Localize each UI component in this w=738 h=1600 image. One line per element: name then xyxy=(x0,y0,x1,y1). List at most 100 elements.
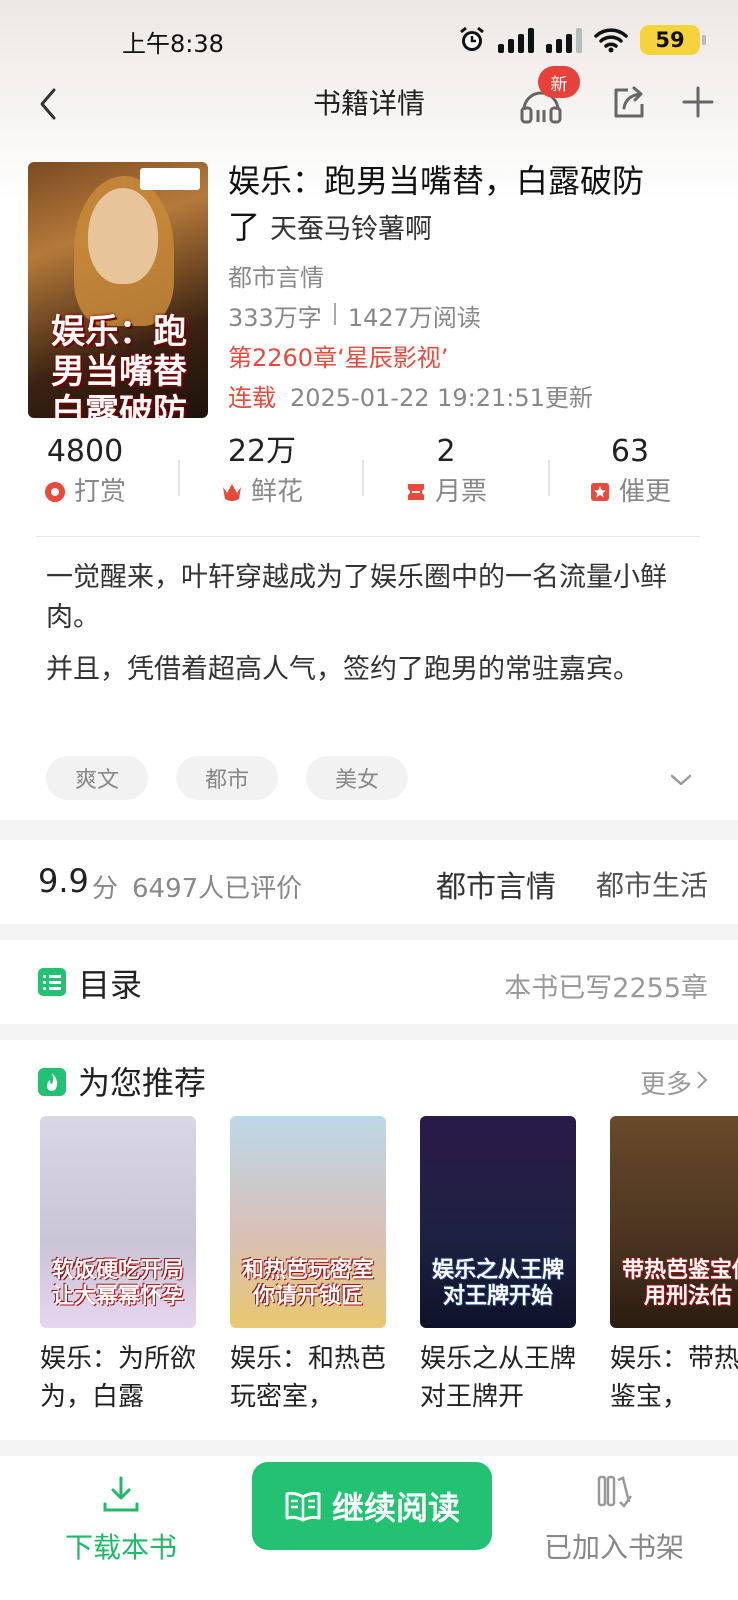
book-genre: 都市言情 xyxy=(228,264,324,292)
flame-icon xyxy=(38,1068,66,1096)
table-of-contents-row[interactable]: 目录 本书已写2255章 xyxy=(0,940,738,1024)
chapter-count: 本书已写2255章 xyxy=(504,973,708,1004)
bookshelf-icon xyxy=(597,1475,633,1508)
latest-chapter[interactable]: 第2260章‘星辰影视’ xyxy=(228,338,448,373)
read-count: 1427万阅读 xyxy=(347,304,481,332)
update-info: 连载 2025-01-22 19:21:51更新 xyxy=(228,378,593,413)
metric-divider xyxy=(548,460,550,496)
alarm-icon xyxy=(460,26,484,51)
share-icon[interactable] xyxy=(608,82,648,122)
continue-reading-button[interactable]: 继续阅读 xyxy=(252,1462,492,1550)
status-time: 上午8:38 xyxy=(122,30,224,58)
rating-score: 9.9 xyxy=(38,862,89,900)
status-bar: 上午8:38 59 xyxy=(0,0,738,76)
book-intro[interactable]: 一觉醒来，叶轩穿越成为了娱乐圈中的一名流量小鲜肉。 并且，凭借着超高人气，签约了… xyxy=(46,558,686,702)
battery-level: 59 xyxy=(655,28,685,52)
metric-reward[interactable]: 4800 打赏 xyxy=(0,432,170,522)
rating-unit: 分 xyxy=(92,874,119,904)
metric-value: 22万 xyxy=(227,434,297,469)
bookshelf-button[interactable]: 已加入书架 xyxy=(534,1462,694,1592)
signal-icon-2 xyxy=(546,27,582,53)
metric-label-row: 催更 xyxy=(538,472,722,512)
bottom-action-bar: 下载本书 继续阅读 已加入书架 xyxy=(0,1462,738,1600)
cover-title-art: 娱乐：跑男当嘴替白露破防了 xyxy=(51,312,187,418)
publisher-logo xyxy=(140,168,200,190)
book-stats: 333万字 1427万阅读 xyxy=(228,298,481,333)
more-link[interactable]: 更多 xyxy=(640,1064,692,1101)
metric-label: 催更 xyxy=(618,477,671,507)
tag-chip[interactable]: 美女 xyxy=(306,756,408,800)
recommend-cover: 娱乐之从王牌对王牌开始 xyxy=(420,1116,576,1328)
metric-value: 4800 xyxy=(46,434,124,469)
toc-title: 目录 xyxy=(78,966,143,1004)
nav-bar: 书籍详情 新 xyxy=(0,66,738,132)
metric-label-row: 打赏 xyxy=(0,472,170,512)
metric-label: 月票 xyxy=(434,477,487,507)
new-badge: 新 xyxy=(538,66,580,98)
serial-status: 连载 xyxy=(228,384,276,412)
recommend-section: 为您推荐 更多 软饭硬吃开局让大幂幂怀孕 娱乐：为所欲为，白露 和热芭玩密室你请… xyxy=(0,1040,738,1440)
intro-paragraph: 并且，凭借着超高人气，签约了跑男的常驻嘉宾。 xyxy=(46,654,640,685)
bookshelf-label: 已加入书架 xyxy=(543,1531,684,1564)
stats-divider xyxy=(333,303,336,325)
book-title-block: 娱乐：跑男当嘴替，白露破防了 天蚕马铃薯啊 xyxy=(228,158,668,253)
signal-icon xyxy=(498,27,534,53)
continue-reading-label: 继续阅读 xyxy=(331,1489,460,1527)
book-open-icon xyxy=(285,1491,321,1522)
recommend-cover: 软饭硬吃开局让大幂幂怀孕 xyxy=(40,1116,196,1328)
urge-icon xyxy=(590,483,609,501)
download-icon xyxy=(103,1476,139,1512)
flower-icon xyxy=(222,484,241,501)
chevron-right-icon[interactable] xyxy=(696,1070,708,1090)
wifi-icon xyxy=(594,28,628,53)
plus-icon[interactable] xyxy=(678,80,718,124)
recommend-book-title: 娱乐：和热芭玩密室， xyxy=(230,1344,386,1412)
cover-title-art: 软饭硬吃开局让大幂幂怀孕 xyxy=(51,1258,184,1309)
metric-urge-update[interactable]: 63 催更 xyxy=(538,432,722,522)
recommend-book[interactable]: 软饭硬吃开局让大幂幂怀孕 娱乐：为所欲为，白露 xyxy=(40,1116,196,1416)
chevron-down-icon[interactable] xyxy=(668,770,694,790)
category-link-secondary[interactable]: 都市生活 xyxy=(596,864,708,904)
metric-label-row: 月票 xyxy=(354,472,538,512)
metric-divider xyxy=(362,460,364,496)
cover-art-face xyxy=(88,188,158,284)
recommend-list: 软饭硬吃开局让大幂幂怀孕 娱乐：为所欲为，白露 和热芭玩密室你请开锁匠 娱乐：和… xyxy=(40,1116,738,1416)
metric-label: 打赏 xyxy=(73,477,126,507)
recommend-book[interactable]: 和热芭玩密室你请开锁匠 娱乐：和热芭玩密室， xyxy=(230,1116,386,1416)
intro-paragraph: 一觉醒来，叶轩穿越成为了娱乐圈中的一名流量小鲜肉。 xyxy=(46,562,667,633)
tag-chip[interactable]: 爽文 xyxy=(46,756,148,800)
battery-indicator: 59 xyxy=(640,25,706,55)
recommend-book[interactable]: 娱乐之从王牌对王牌开始 娱乐之从王牌对王牌开 xyxy=(420,1116,576,1416)
metric-divider xyxy=(178,460,180,496)
tag-list: 爽文 都市 美女 xyxy=(46,756,408,800)
cover-title-art: 娱乐之从王牌对王牌开始 xyxy=(431,1258,564,1309)
metric-monthly-ticket[interactable]: 2 月票 xyxy=(354,432,538,522)
recommend-book-title: 娱乐：带热芭鉴宝， xyxy=(610,1344,738,1412)
download-label: 下载本书 xyxy=(64,1531,177,1564)
download-button[interactable]: 下载本书 xyxy=(56,1462,186,1592)
category-link-primary[interactable]: 都市言情 xyxy=(436,862,556,906)
update-time: 2025-01-22 19:21:51更新 xyxy=(290,384,593,412)
metric-label-row: 鲜花 xyxy=(170,472,354,512)
reward-icon xyxy=(44,482,65,502)
metric-value: 2 xyxy=(436,434,456,469)
cover-title-art: 带热芭鉴宝你用刑法估 xyxy=(621,1258,738,1309)
recommend-book[interactable]: 带热芭鉴宝你用刑法估 娱乐：带热芭鉴宝， xyxy=(610,1116,738,1416)
tag-chip[interactable]: 都市 xyxy=(176,756,278,800)
recommend-cover: 带热芭鉴宝你用刑法估 xyxy=(610,1116,738,1328)
metrics-row: 4800 打赏 22万 鲜花 2 月票 63 催更 xyxy=(0,432,738,522)
list-icon xyxy=(38,968,66,996)
metric-label: 鲜花 xyxy=(250,477,303,507)
status-icons: 59 xyxy=(458,22,706,58)
cover-title-art: 和热芭玩密室你请开锁匠 xyxy=(241,1258,374,1309)
rating-count[interactable]: 6497人已评价 xyxy=(132,868,302,905)
recommend-book-title: 娱乐之从王牌对王牌开 xyxy=(420,1344,576,1412)
recommend-book-title: 娱乐：为所欲为，白露 xyxy=(40,1344,196,1412)
book-cover[interactable]: 娱乐：跑男当嘴替白露破防了 xyxy=(28,162,208,418)
book-author[interactable]: 天蚕马铃薯啊 xyxy=(270,214,432,245)
metric-flowers[interactable]: 22万 鲜花 xyxy=(170,432,354,522)
metric-value: 63 xyxy=(610,434,650,469)
recommend-cover: 和热芭玩密室你请开锁匠 xyxy=(230,1116,386,1328)
section-divider xyxy=(36,536,700,537)
word-count: 333万字 xyxy=(228,304,322,332)
